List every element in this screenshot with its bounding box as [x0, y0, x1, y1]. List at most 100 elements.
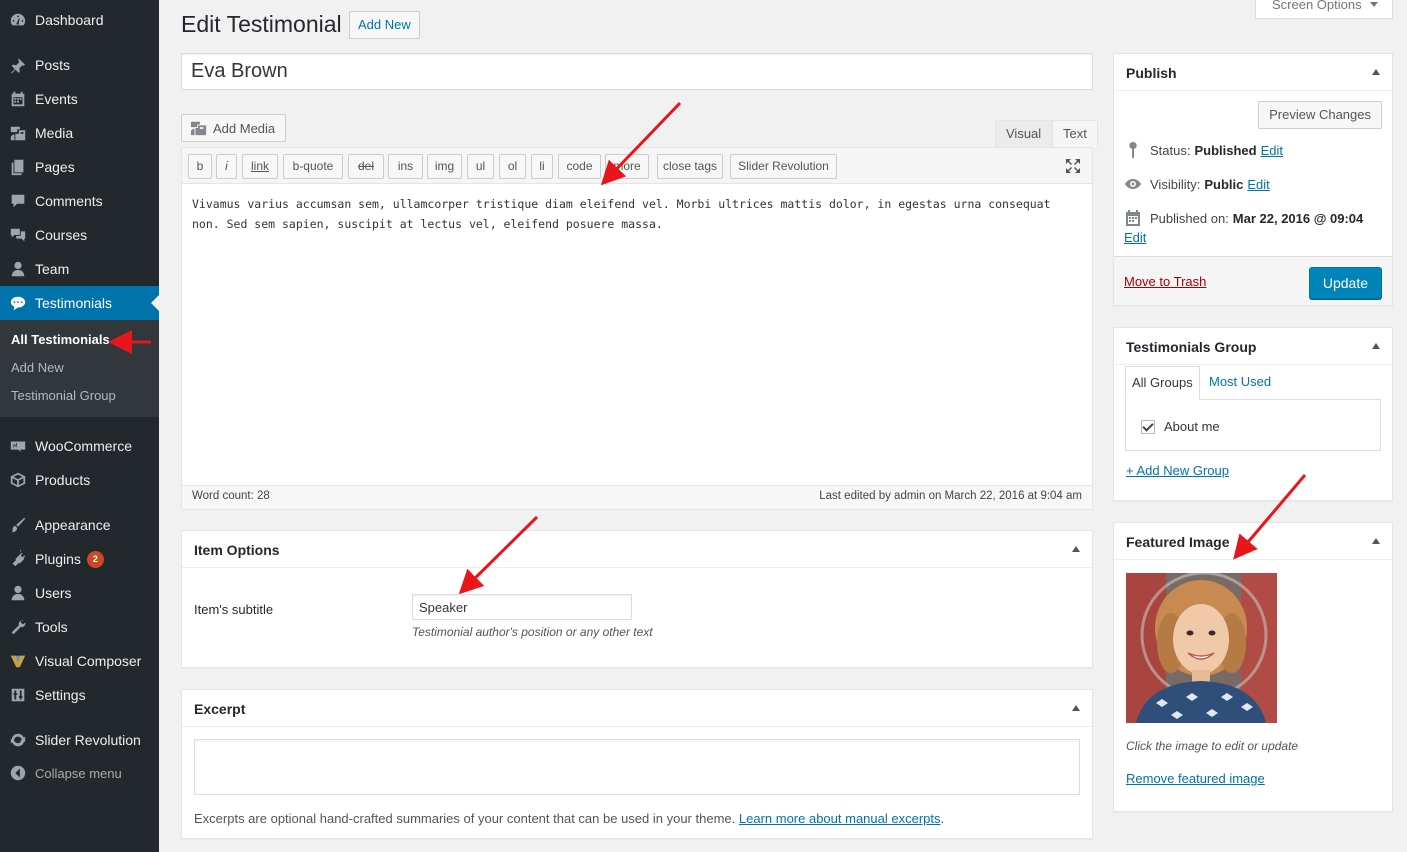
tab-text[interactable]: Text — [1052, 120, 1098, 148]
collapse-arrow-icon[interactable] — [1372, 69, 1380, 75]
menu-comments[interactable]: Comments — [0, 184, 159, 218]
edit-visibility-link[interactable]: Edit — [1247, 177, 1269, 192]
postbox-header[interactable]: Featured Image — [1114, 523, 1392, 560]
menu-testimonials[interactable]: Testimonials — [0, 286, 159, 320]
postbox-header[interactable]: Excerpt — [182, 690, 1092, 727]
excerpt-textarea[interactable] — [194, 739, 1080, 795]
menu-events[interactable]: Events — [0, 82, 159, 116]
menu-woocommerce[interactable]: WooCommerce — [0, 429, 159, 463]
menu-label: Settings — [35, 687, 86, 703]
collapse-icon — [8, 763, 28, 783]
menu-media[interactable]: Media — [0, 116, 159, 150]
menu-settings[interactable]: Settings — [0, 678, 159, 712]
calendar-icon — [8, 89, 28, 109]
fullscreen-icon[interactable] — [1064, 157, 1082, 175]
qt-ul-button[interactable]: ul — [467, 154, 494, 179]
menu-posts[interactable]: Posts — [0, 48, 159, 82]
testimonials-submenu: All Testimonials Add New Testimonial Gro… — [0, 320, 159, 417]
collapse-arrow-icon[interactable] — [1072, 546, 1080, 552]
comment-icon — [8, 191, 28, 211]
add-media-button[interactable]: Add Media — [181, 114, 287, 142]
subtitle-description: Testimonial author's position or any oth… — [412, 625, 653, 639]
featured-image-thumbnail[interactable] — [1126, 573, 1277, 723]
menu-label: Pages — [35, 159, 75, 175]
visibility-value: Public — [1204, 176, 1244, 192]
group-label: About me — [1164, 419, 1220, 434]
eye-icon — [1125, 179, 1141, 189]
page-title: Edit Testimonial — [181, 11, 342, 37]
submenu-testimonial-group[interactable]: Testimonial Group — [11, 388, 116, 403]
qt-li-button[interactable]: li — [531, 154, 553, 179]
publish-actions: Move to Trash Update — [1114, 256, 1392, 305]
menu-visual-composer[interactable]: Visual Composer — [0, 644, 159, 678]
qt-slider-revolution-button[interactable]: Slider Revolution — [730, 154, 837, 179]
menu-label: Comments — [35, 193, 103, 209]
subtitle-label: Item's subtitle — [194, 602, 274, 617]
move-to-trash-link[interactable]: Move to Trash — [1124, 274, 1206, 289]
admin-sidebar: Dashboard Posts Events Media Pages Comme… — [0, 0, 159, 852]
menu-users[interactable]: Users — [0, 576, 159, 610]
wrench-icon — [8, 617, 28, 637]
qt-ol-button[interactable]: ol — [499, 154, 526, 179]
menu-label: Events — [35, 91, 78, 107]
brush-icon — [8, 515, 28, 535]
add-new-group-link[interactable]: + Add New Group — [1126, 463, 1229, 478]
postbox-header[interactable]: Item Options — [182, 531, 1092, 568]
remove-featured-image-link[interactable]: Remove featured image — [1126, 771, 1265, 786]
submenu-add-new[interactable]: Add New — [11, 360, 64, 375]
collapse-arrow-icon[interactable] — [1072, 705, 1080, 711]
menu-plugins[interactable]: Plugins 2 — [0, 542, 159, 576]
menu-pages[interactable]: Pages — [0, 150, 159, 184]
add-new-button[interactable]: Add New — [349, 11, 420, 39]
plug-icon — [8, 549, 28, 569]
submenu-all-testimonials[interactable]: All Testimonials — [11, 332, 110, 347]
tab-most-used[interactable]: Most Used — [1209, 366, 1271, 400]
menu-team[interactable]: Team — [0, 252, 159, 286]
pages-icon — [8, 157, 28, 177]
learn-more-excerpts-link[interactable]: Learn more about manual excerpts — [739, 811, 941, 826]
settings-icon — [8, 685, 28, 705]
update-button[interactable]: Update — [1308, 267, 1382, 299]
qt-more-button[interactable]: more — [605, 154, 649, 179]
menu-courses[interactable]: Courses — [0, 218, 159, 252]
editor-textarea[interactable]: Vivamus varius accumsan sem, ullamcorper… — [192, 194, 1082, 234]
qt-ins-button[interactable]: ins — [388, 154, 423, 179]
qt-del-button[interactable]: del — [348, 154, 384, 179]
menu-label: Appearance — [35, 517, 111, 533]
menu-dashboard[interactable]: Dashboard — [0, 3, 159, 37]
qt-code-button[interactable]: code — [558, 154, 601, 179]
qt-link-button[interactable]: link — [242, 154, 278, 179]
subtitle-input[interactable] — [412, 594, 632, 620]
item-options-box: Item Options Item's subtitle Testimonial… — [181, 530, 1093, 668]
qt-close-tags-button[interactable]: close tags — [657, 154, 723, 179]
tab-visual[interactable]: Visual — [995, 120, 1053, 148]
testimonials-group-box: Testimonials Group All Groups Most Used … — [1113, 327, 1393, 501]
group-checkbox[interactable] — [1141, 420, 1155, 434]
qt-bold-button[interactable]: b — [188, 154, 212, 179]
menu-appearance[interactable]: Appearance — [0, 508, 159, 542]
post-title-input[interactable] — [181, 53, 1093, 90]
menu-tools[interactable]: Tools — [0, 610, 159, 644]
edit-status-link[interactable]: Edit — [1261, 143, 1283, 158]
featured-image-caption: Click the image to edit or update — [1126, 739, 1299, 753]
post-status: Status: Published Edit — [1124, 141, 1283, 159]
postbox-header[interactable]: Publish — [1114, 54, 1392, 91]
excerpt-desc-period: . — [940, 811, 945, 826]
qt-italic-button[interactable]: i — [216, 154, 237, 179]
postbox-header[interactable]: Testimonials Group — [1114, 328, 1392, 365]
qt-img-button[interactable]: img — [427, 154, 462, 179]
collapse-menu-button[interactable]: Collapse menu — [0, 756, 159, 790]
pin-icon — [1129, 141, 1137, 159]
tab-all-groups[interactable]: All Groups — [1125, 366, 1200, 400]
edit-date-link[interactable]: Edit — [1124, 230, 1146, 245]
qt-blockquote-button[interactable]: b-quote — [283, 154, 343, 179]
menu-products[interactable]: Products — [0, 463, 159, 497]
pin-icon — [8, 55, 28, 75]
word-count: Word count: 28 — [192, 490, 270, 502]
menu-slider-revolution[interactable]: Slider Revolution — [0, 723, 159, 757]
collapse-arrow-icon[interactable] — [1372, 538, 1380, 544]
collapse-arrow-icon[interactable] — [1372, 343, 1380, 349]
publish-box: Publish Preview Changes Status: Published… — [1113, 53, 1393, 306]
preview-changes-button[interactable]: Preview Changes — [1258, 101, 1382, 129]
screen-options-button[interactable]: Screen Options — [1255, 0, 1393, 19]
